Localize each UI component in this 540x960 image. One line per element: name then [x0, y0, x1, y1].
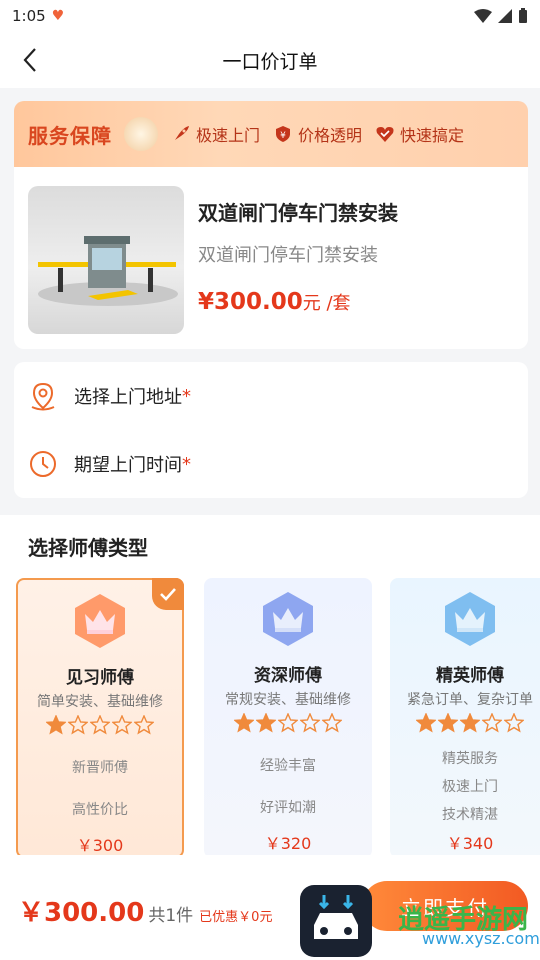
service-guarantee-banner: 服务保障 极速上门 ¥ 价格透明 快速搞定 — [14, 101, 528, 167]
product-price-amount: ¥300.00 — [198, 289, 303, 315]
master-desc: 简单安装、基础维修 — [37, 694, 163, 710]
crown-badge-icon — [441, 590, 499, 648]
star-empty-icon — [482, 713, 502, 733]
rating-stars — [390, 713, 540, 733]
banner-feature-quick: 快速搞定 — [376, 122, 464, 146]
master-card-elite[interactable]: 精英师傅 紧急订单、复杂订单 精英服务 极速上门 技术精湛 ￥340 — [390, 578, 540, 858]
star-filled-icon — [234, 713, 254, 733]
crown-badge-icon — [259, 590, 317, 648]
select-address-row[interactable]: 选择上门地址 * — [14, 362, 528, 430]
signal-icon — [498, 9, 512, 23]
product-subtitle: 双道闸门停车门禁安装 — [198, 245, 378, 266]
star-empty-icon — [90, 715, 110, 735]
product-name: 双道闸门停车门禁安装 — [198, 201, 398, 225]
time-label: 期望上门时间 — [74, 455, 182, 476]
master-price: ￥300 — [76, 836, 124, 855]
status-bar: 1:05 ♥ — [0, 0, 540, 32]
checkout-bar: ￥300.00 共1件 已优惠￥0元 立即支付 逍遥手游网 www.xysz.c… — [0, 855, 540, 960]
wifi-icon — [474, 9, 492, 23]
master-price: ￥320 — [264, 834, 312, 853]
heart-check-icon — [376, 127, 394, 142]
master-card-senior[interactable]: 资深师傅 常规安装、基础维修 经验丰富 好评如潮 ￥320 — [204, 578, 372, 858]
master-name: 资深师傅 — [254, 666, 322, 686]
star-empty-icon — [504, 713, 524, 733]
watermark: 逍遥手游网 www.xysz.com — [392, 897, 540, 955]
master-desc: 常规安装、基础维修 — [225, 692, 351, 708]
product-image — [28, 186, 184, 334]
order-total: ￥300.00 共1件 已优惠￥0元 — [18, 892, 272, 929]
battery-icon — [519, 8, 527, 23]
star-empty-icon — [278, 713, 298, 733]
discount-text: 已优惠￥0元 — [199, 910, 273, 925]
star-empty-icon — [68, 715, 88, 735]
clock-icon — [30, 451, 56, 477]
service-info-card: 选择上门地址 * 期望上门时间 * — [14, 362, 528, 498]
crown-badge-icon — [71, 592, 129, 650]
section-title: 选择师傅类型 — [28, 536, 148, 560]
star-filled-icon — [256, 713, 276, 733]
banner-feature-price: ¥ 价格透明 — [274, 122, 362, 146]
product-price: ¥300.00元 /套 — [198, 289, 351, 315]
master-name: 见习师傅 — [66, 668, 134, 688]
address-label: 选择上门地址 — [74, 387, 182, 408]
master-tag: 好评如潮 — [260, 800, 316, 816]
rocket-icon — [175, 126, 189, 140]
master-desc: 紧急订单、复杂订单 — [407, 692, 533, 708]
master-tag: 高性价比 — [72, 802, 128, 818]
selected-check-icon — [152, 578, 184, 610]
star-empty-icon — [134, 715, 154, 735]
shield-yen-icon: ¥ — [276, 126, 291, 142]
master-type-section: 选择师傅类型 见习师傅 简单安装、基础维修 新晋师傅 高性价比 ￥300 资深师… — [0, 515, 540, 858]
product-price-unit: 元 /套 — [302, 293, 351, 314]
rating-stars — [18, 715, 182, 735]
star-filled-icon — [438, 713, 458, 733]
back-button[interactable] — [16, 46, 44, 74]
master-card-trainee[interactable]: 见习师傅 简单安装、基础维修 新晋师傅 高性价比 ￥300 — [16, 578, 184, 858]
star-empty-icon — [322, 713, 342, 733]
status-icons — [474, 8, 528, 24]
guarantee-badge-icon — [124, 117, 158, 151]
rating-stars — [204, 713, 372, 733]
star-filled-icon — [460, 713, 480, 733]
master-tag: 极速上门 — [442, 779, 498, 795]
master-price: ￥340 — [446, 834, 494, 853]
address-required-mark: * — [182, 385, 191, 407]
master-tag: 精英服务 — [442, 751, 498, 767]
master-name: 精英师傅 — [436, 666, 504, 686]
banner-feature-fast: 极速上门 — [172, 122, 260, 146]
back-arrow-icon — [23, 48, 36, 72]
master-tag: 经验丰富 — [260, 758, 316, 774]
banner-brand: 服务保障 — [28, 123, 112, 148]
heart-icon: ♥ — [51, 8, 65, 24]
location-pin-icon — [31, 382, 55, 411]
app-logo-icon — [300, 885, 372, 957]
master-tag: 新晋师傅 — [72, 760, 128, 776]
star-empty-icon — [112, 715, 132, 735]
watermark-url: www.xysz.com — [422, 929, 540, 948]
select-time-row[interactable]: 期望上门时间 * — [14, 430, 528, 498]
star-empty-icon — [300, 713, 320, 733]
total-amount: ￥300.00 — [18, 898, 145, 928]
time-required-mark: * — [182, 453, 191, 475]
svg-text:¥: ¥ — [280, 131, 286, 141]
status-time: 1:05 — [12, 7, 46, 25]
page-title: 一口价订单 — [222, 50, 318, 73]
master-tag: 技术精湛 — [442, 807, 498, 823]
item-count: 共1件 — [148, 906, 194, 926]
star-filled-icon — [416, 713, 436, 733]
gate-illustration — [38, 236, 178, 306]
navigation-bar: 一口价订单 — [0, 32, 540, 88]
star-filled-icon — [46, 715, 66, 735]
product-card: 双道闸门停车门禁安装 双道闸门停车门禁安装 ¥300.00元 /套 — [14, 167, 528, 349]
